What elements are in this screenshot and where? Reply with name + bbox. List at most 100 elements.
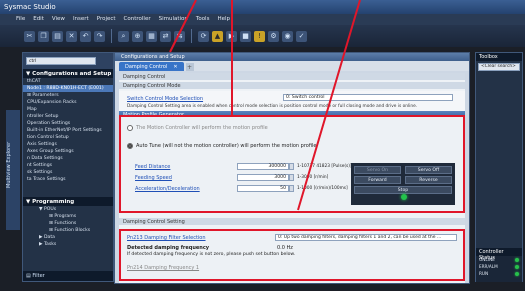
settings-icon[interactable]: ⚙	[268, 30, 279, 42]
device-dropdown[interactable]: ctrl	[26, 57, 96, 65]
online-icon[interactable]: ⇄	[160, 30, 171, 42]
control-mode-select[interactable]: 0: Switch control	[283, 94, 453, 101]
programming-header[interactable]: ▼ Programming	[23, 197, 113, 206]
damping-section-header: Damping Control Setting	[119, 218, 465, 225]
accel-decel-input[interactable]: 50	[237, 185, 289, 192]
menu-file[interactable]: File	[16, 16, 25, 23]
close-icon[interactable]: ✕	[173, 64, 177, 70]
tree-item-ethercat[interactable]: thCAT	[23, 78, 113, 85]
tree-item-trace-settings[interactable]: ta Trace Settings	[23, 176, 113, 183]
damping-frequency-link[interactable]: Pn214 Damping Frequency 1	[127, 265, 199, 271]
radio-auto-tune[interactable]	[127, 143, 133, 149]
damping-control-settings: Pn213 Damping Filter Selection 0: Up two…	[119, 229, 465, 281]
monitor-icon[interactable]: ◉	[282, 30, 293, 42]
menu-bar: File Edit View Insert Project Controller…	[0, 14, 525, 25]
servo-control-panel: Servo On Servo Off Forward Reverse Stop	[351, 163, 455, 205]
tree-item-map[interactable]: Map	[23, 106, 113, 113]
tree-item-functions[interactable]: ⊞ Functions	[23, 220, 113, 227]
toolbox-search[interactable]: <Clear search>	[478, 63, 520, 71]
warning-icon[interactable]: !	[254, 30, 265, 42]
menu-project[interactable]: Project	[97, 16, 116, 23]
accel-decel-range: 1-1000 [(r/min)/100ms]	[297, 186, 348, 191]
menu-help[interactable]: Help	[217, 16, 230, 23]
option-motion-controller[interactable]: The Motion Controller will perform the m…	[127, 125, 268, 131]
led-icon	[515, 271, 519, 276]
forward-button[interactable]: Forward	[354, 176, 401, 184]
tree-item-operation-settings[interactable]: Operation Settings	[23, 120, 113, 127]
servo-off-button[interactable]: Servo Off	[405, 166, 452, 174]
menu-controller[interactable]: Controller	[124, 16, 151, 23]
param-feed-distance: Feed Distance 300000 1-10737 41823 [Puls…	[131, 163, 381, 172]
status-run-label: RUN	[479, 271, 489, 276]
tree-item-controller-setup[interactable]: ntroller Setup	[23, 113, 113, 120]
menu-tools[interactable]: Tools	[196, 16, 210, 23]
config-setup-label: Configurations and Setup	[32, 70, 112, 77]
tree-item-axis-settings[interactable]: Axis Settings	[23, 141, 113, 148]
tab-damping-control-label: Damping Control	[125, 63, 168, 70]
multiview-explorer: ctrl ▼ Configurations and Setup thCAT No…	[22, 52, 114, 282]
tree-item-task-settings[interactable]: sk Settings	[23, 169, 113, 176]
accel-decel-link[interactable]: Acceleration/Deceleration	[135, 186, 200, 192]
transfer-icon[interactable]: ▲	[212, 30, 223, 42]
redo-icon[interactable]: ↷	[94, 30, 105, 42]
param-accel-decel: Acceleration/Deceleration 50 1-1000 [(r/…	[131, 185, 381, 194]
stop-icon[interactable]: ■	[240, 30, 251, 42]
tab-damping-control[interactable]: Damping Control ✕	[119, 62, 184, 71]
undo-icon[interactable]: ↶	[80, 30, 91, 42]
tree-item-cam-data[interactable]: n Data Settings	[23, 155, 113, 162]
tree-item-event-settings[interactable]: nt Settings	[23, 162, 113, 169]
option-auto-tune[interactable]: Auto Tune (will not the motion controlle…	[127, 143, 316, 149]
build-icon[interactable]: ▦	[146, 30, 157, 42]
trace-icon[interactable]: ✓	[296, 30, 307, 42]
spinner-icon[interactable]	[289, 174, 294, 181]
feeding-speed-input[interactable]: 3000	[237, 174, 289, 181]
tree-item-pous[interactable]: ▼ POUs	[23, 206, 113, 213]
feeding-speed-link[interactable]: Feeding Speed	[135, 175, 172, 181]
new-tab-icon[interactable]: +	[185, 63, 194, 71]
tree-item-parameters[interactable]: ⊞ Parameters	[23, 92, 113, 99]
tree-item-motion-setup[interactable]: tion Control Setup	[23, 134, 113, 141]
multiview-explorer-tab[interactable]: Multiview Explorer	[6, 110, 20, 230]
reverse-button[interactable]: Reverse	[405, 176, 452, 184]
zoom-icon[interactable]: ⊕	[132, 30, 143, 42]
tree-item-tasks[interactable]: ▶ Tasks	[23, 241, 113, 248]
spinner-icon[interactable]	[289, 185, 294, 192]
tree-item-ethernet-ip[interactable]: Built-in EtherNet/IP Port Settings	[23, 127, 113, 134]
delete-icon[interactable]: ✕	[66, 30, 77, 42]
search-icon[interactable]: ⌕	[118, 30, 129, 42]
menu-edit[interactable]: Edit	[33, 16, 44, 23]
switch-control-mode-link[interactable]: Switch Control Mode Selection	[127, 96, 203, 102]
toolbar-separator	[111, 29, 112, 43]
damping-filter-select[interactable]: 0: Up two damping filters, damping filte…	[275, 234, 457, 241]
tree-item-node1[interactable]: Node1 : R88D-KN01H-ECT (E001)	[23, 85, 113, 92]
feed-distance-link[interactable]: Feed Distance	[135, 164, 170, 170]
tree-item-data[interactable]: ▶ Data	[23, 234, 113, 241]
cut-icon[interactable]: ✂	[24, 30, 35, 42]
filter-bar[interactable]: ▤ Filter	[23, 271, 113, 281]
led-icon	[515, 264, 519, 269]
menu-view[interactable]: View	[52, 16, 65, 23]
radio-motion-controller[interactable]	[127, 125, 133, 131]
status-err-alm: ERR/ALM	[476, 263, 522, 270]
copy-icon[interactable]: ❐	[38, 30, 49, 42]
tree-item-axes-group[interactable]: Axes Group Settings	[23, 148, 113, 155]
tree-item-function-blocks[interactable]: ⊞ Function Blocks	[23, 227, 113, 234]
run-icon[interactable]: ▶	[226, 30, 237, 42]
stop-button[interactable]: Stop	[354, 186, 452, 194]
paste-icon[interactable]: ▤	[52, 30, 63, 42]
menu-insert[interactable]: Insert	[73, 16, 89, 23]
damping-filter-link[interactable]: Pn213 Damping Filter Selection	[127, 235, 206, 241]
spinner-icon[interactable]	[289, 163, 294, 170]
status-run: RUN	[476, 270, 522, 277]
config-setup-header[interactable]: ▼ Configurations and Setup	[23, 69, 113, 78]
status-online: ONLINE	[476, 256, 522, 263]
servo-on-button[interactable]: Servo On	[354, 166, 401, 174]
offline-icon[interactable]: ⇆	[174, 30, 185, 42]
feed-distance-input[interactable]: 300000	[237, 163, 289, 170]
tree-item-cpu-racks[interactable]: CPU/Expansion Racks	[23, 99, 113, 106]
tree-item-programs[interactable]: ⊞ Programs	[23, 213, 113, 220]
tree-item-parameters-label: Parameters	[32, 93, 59, 98]
sync-icon[interactable]: ⟳	[198, 30, 209, 42]
menu-simulation[interactable]: Simulation	[159, 16, 188, 23]
